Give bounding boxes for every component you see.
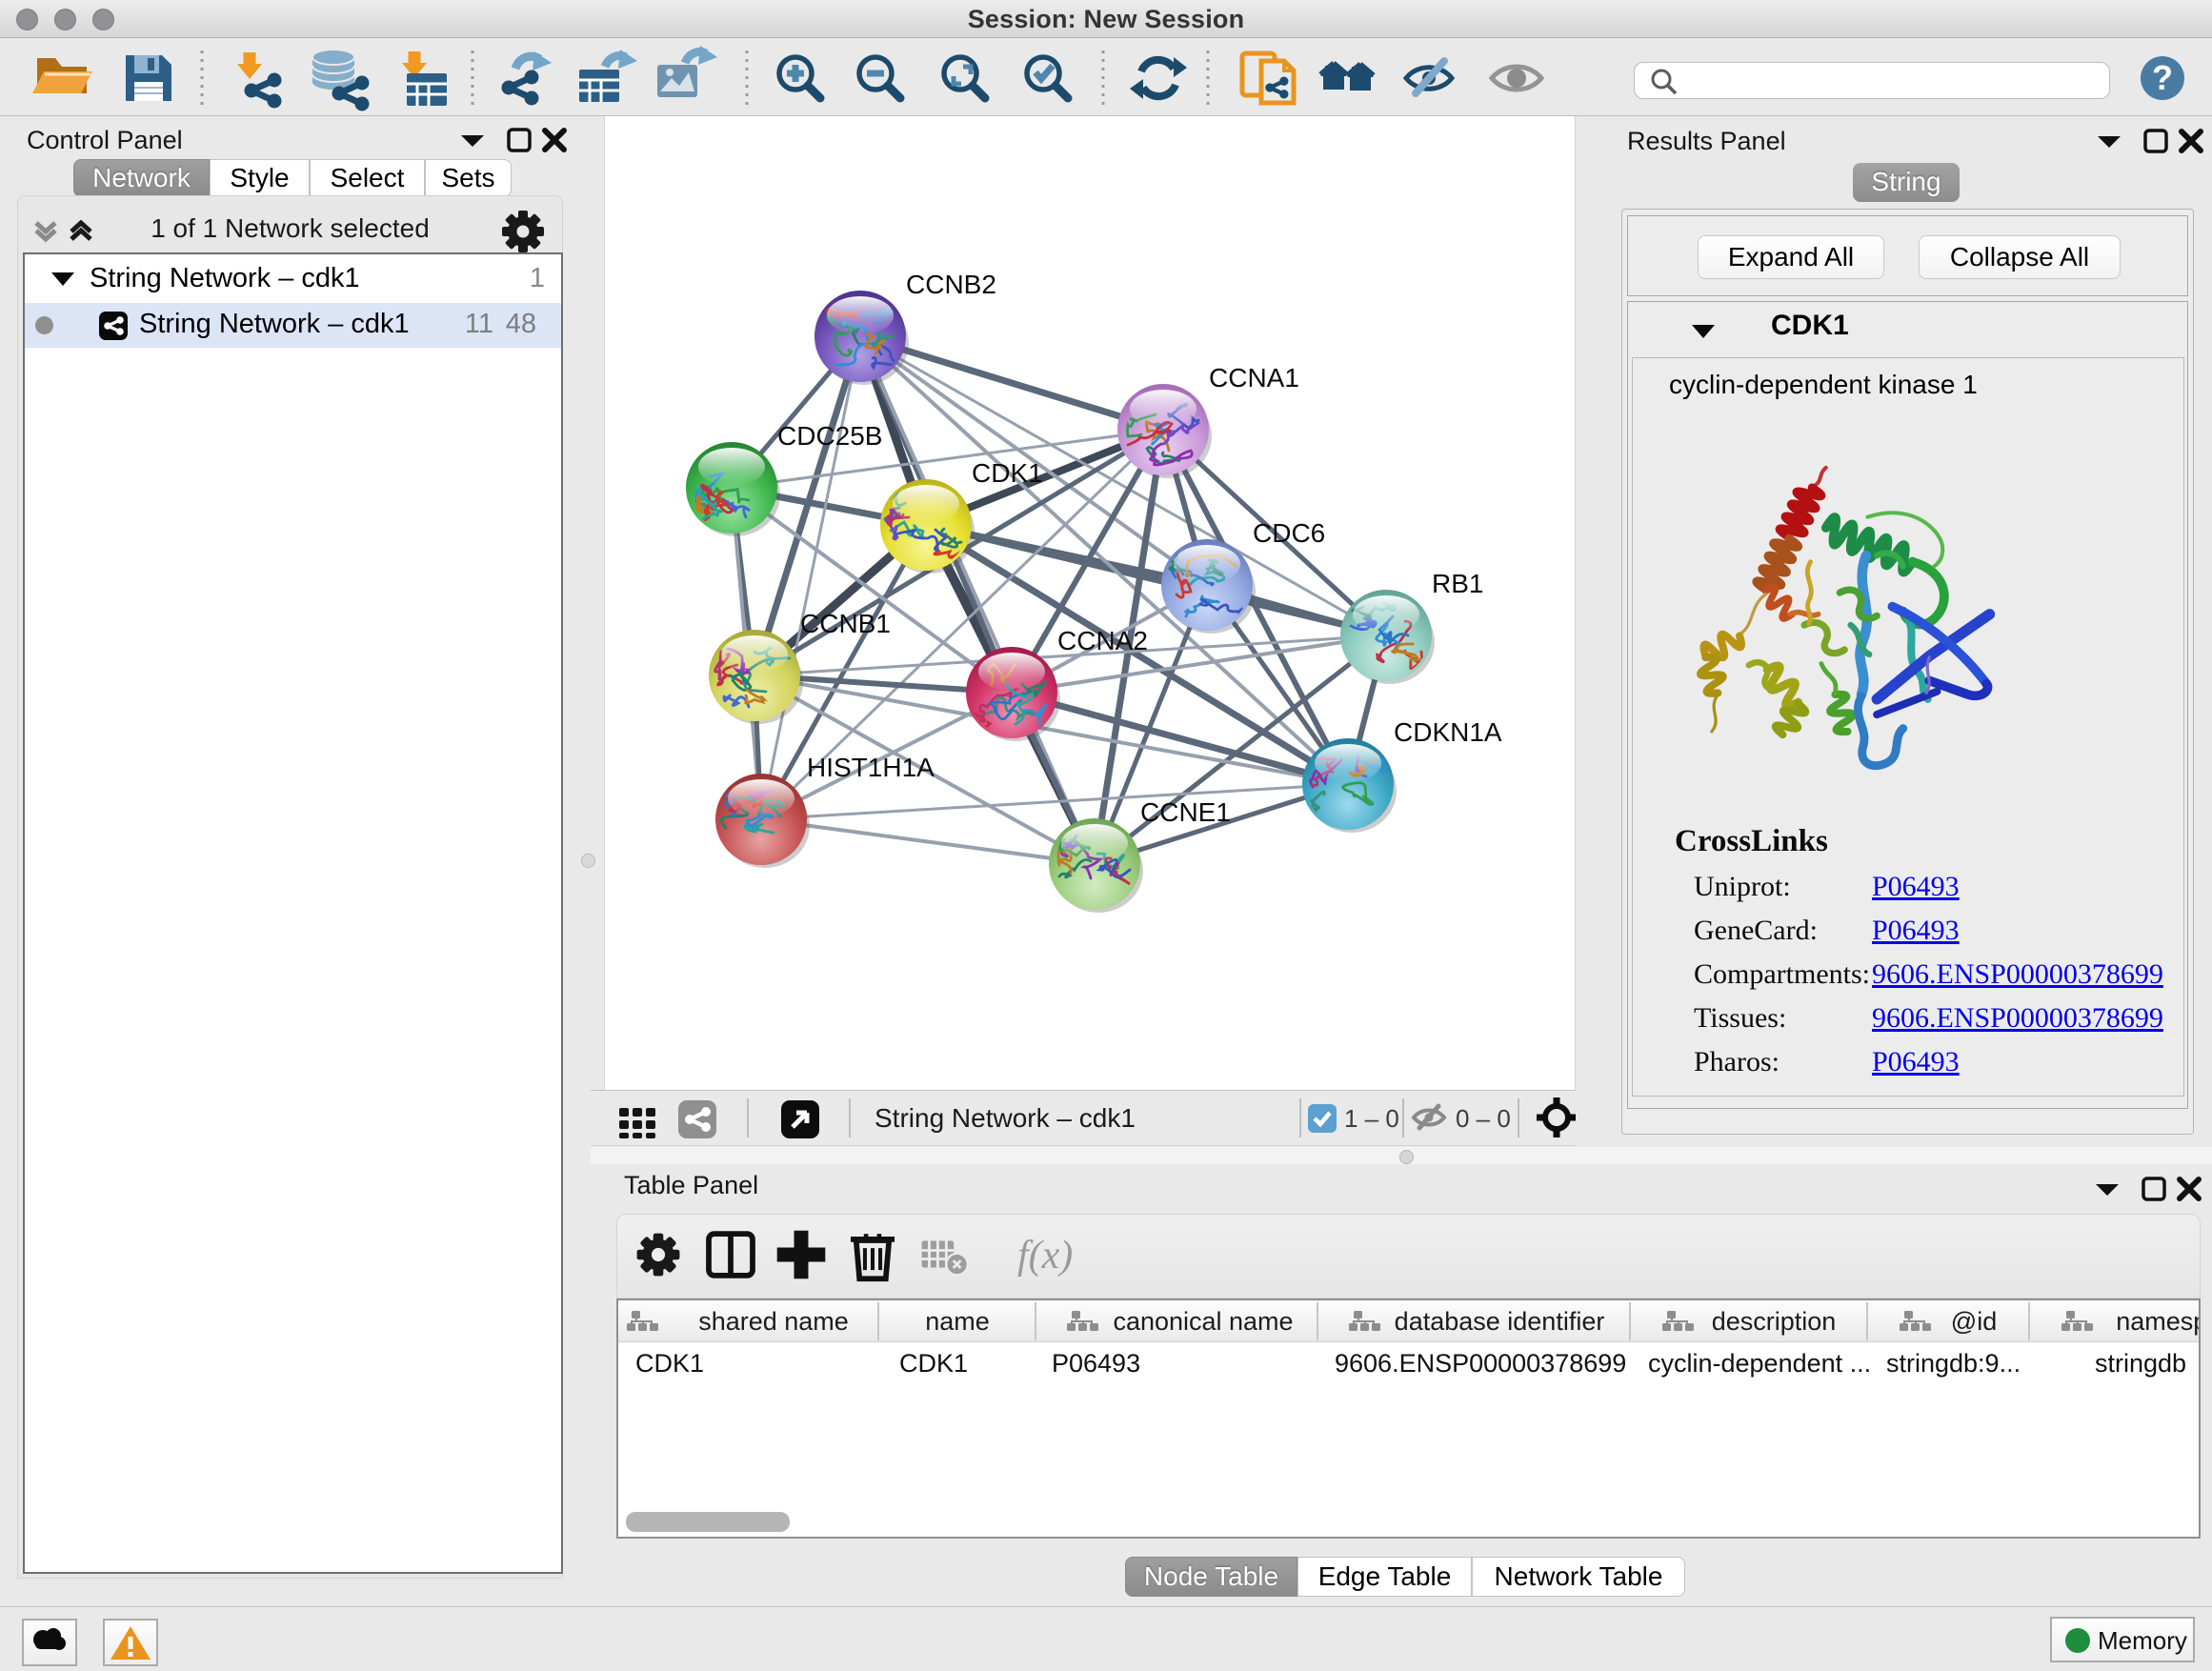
- svg-text:CDK1: CDK1: [899, 1349, 968, 1378]
- svg-text:name: name: [925, 1307, 990, 1336]
- svg-text:stringdb:9...: stringdb:9...: [1886, 1349, 2021, 1378]
- svg-text:CCNA2: CCNA2: [1057, 626, 1148, 655]
- svg-text:f(x): f(x): [1017, 1234, 1073, 1278]
- svg-text:CDC25B: CDC25B: [777, 421, 882, 451]
- svg-text:namespace: namespace: [2116, 1307, 2199, 1336]
- svg-text:HIST1H1A: HIST1H1A: [807, 753, 935, 782]
- svg-text:CDK1: CDK1: [635, 1349, 704, 1378]
- svg-text:shared name: shared name: [698, 1307, 849, 1336]
- svg-text:CCNE1: CCNE1: [1140, 797, 1231, 827]
- svg-text:P06493: P06493: [1052, 1349, 1140, 1378]
- svg-text:canonical name: canonical name: [1113, 1307, 1293, 1336]
- svg-text:stringdb: stringdb: [2095, 1349, 2186, 1378]
- svg-text:1 – 0: 1 – 0: [1344, 1104, 1399, 1133]
- svg-text:String Network – cdk1: String Network – cdk1: [875, 1103, 1136, 1133]
- svg-text:9606.ENSP00000378699: 9606.ENSP00000378699: [1335, 1349, 1626, 1378]
- svg-text:CDKN1A: CDKN1A: [1394, 717, 1502, 747]
- svg-text:0 – 0: 0 – 0: [1456, 1104, 1511, 1133]
- svg-text:RB1: RB1: [1432, 569, 1483, 598]
- svg-text:CDK1: CDK1: [972, 458, 1043, 488]
- svg-text:CCNB1: CCNB1: [800, 609, 891, 638]
- svg-text:cyclin-dependent ...: cyclin-dependent ...: [1648, 1349, 1871, 1378]
- svg-text:?: ?: [2152, 58, 2173, 97]
- svg-text:database identifier: database identifier: [1395, 1307, 1605, 1336]
- svg-text:description: description: [1712, 1307, 1837, 1336]
- svg-text:CCNB2: CCNB2: [906, 270, 996, 299]
- svg-text:@id: @id: [1951, 1307, 1997, 1336]
- svg-text:CCNA1: CCNA1: [1209, 363, 1299, 393]
- svg-text:CDC6: CDC6: [1253, 518, 1325, 548]
